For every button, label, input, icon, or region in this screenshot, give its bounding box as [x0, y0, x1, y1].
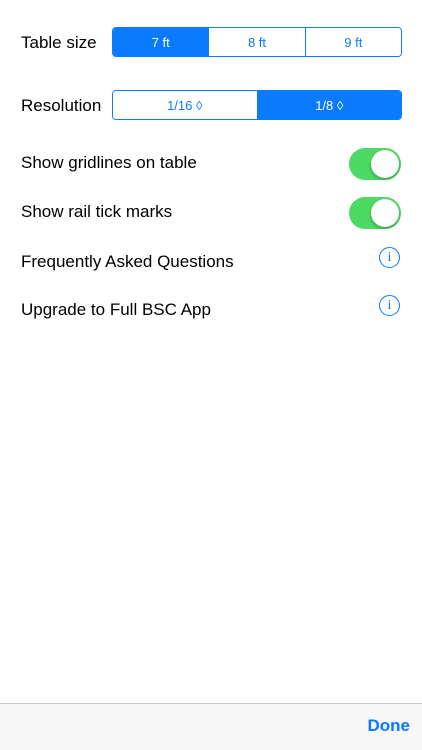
bottom-toolbar: Done: [0, 703, 422, 750]
toggle-knob: [371, 199, 399, 227]
resolution-label: Resolution: [21, 96, 102, 115]
faq-info-icon[interactable]: i: [379, 247, 400, 268]
faq-label: Frequently Asked Questions: [21, 252, 234, 271]
show-gridlines-label: Show gridlines on table: [21, 153, 197, 172]
toggle-knob: [371, 150, 399, 178]
done-button[interactable]: Done: [368, 716, 411, 736]
table-size-label: Table size: [21, 33, 97, 52]
table-size-option-8ft[interactable]: 8 ft: [208, 28, 305, 56]
table-size-option-7ft[interactable]: 7 ft: [113, 28, 209, 56]
show-gridlines-toggle[interactable]: [349, 148, 401, 180]
resolution-option-1-16[interactable]: 1/16 ◊: [113, 91, 257, 119]
table-size-segmented-control: 7 ft 8 ft 9 ft: [112, 27, 402, 57]
show-rail-ticks-toggle[interactable]: [349, 197, 401, 229]
resolution-option-1-8[interactable]: 1/8 ◊: [256, 91, 401, 119]
show-rail-ticks-label: Show rail tick marks: [21, 202, 173, 221]
resolution-segmented-control: 1/16 ◊ 1/8 ◊: [112, 90, 402, 120]
upgrade-info-icon[interactable]: i: [379, 295, 400, 316]
table-size-option-9ft[interactable]: 9 ft: [304, 28, 401, 56]
upgrade-label: Upgrade to Full BSC App: [21, 300, 211, 319]
